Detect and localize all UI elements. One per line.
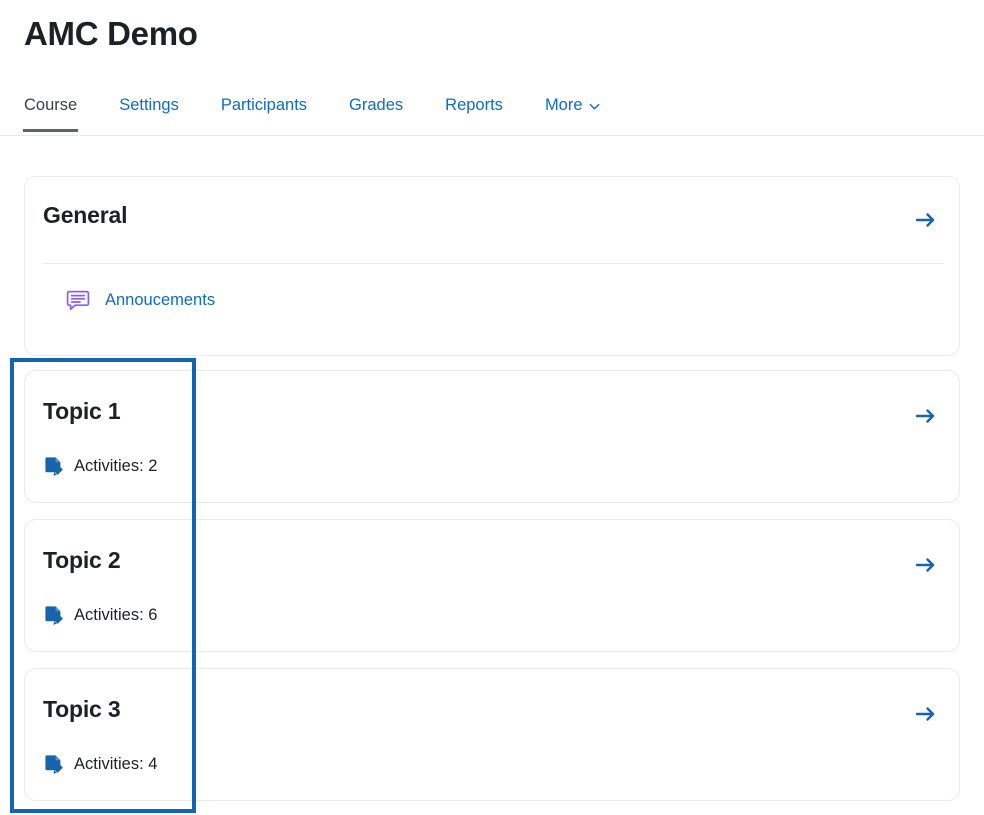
assignment-icon	[43, 753, 65, 775]
page-title: AMC Demo	[24, 15, 198, 52]
section-activity-count-topic-2: Activities: 6	[74, 606, 158, 624]
arrow-right-icon-topic-1[interactable]	[913, 403, 939, 429]
tab-participants[interactable]: Participants	[221, 86, 307, 132]
section-activity-count-topic-1: Activities: 2	[74, 457, 158, 475]
section-title-topic-3: Topic 3	[43, 696, 121, 722]
section-title-topic-1: Topic 1	[43, 398, 121, 424]
forum-icon	[65, 287, 91, 313]
assignment-icon	[43, 455, 65, 477]
section-activity-count-topic-3: Activities: 4	[74, 755, 158, 773]
tab-more-label: More	[544, 96, 583, 114]
section-title-topic-2: Topic 2	[43, 547, 121, 573]
section-card-general[interactable]: General Annoucements	[24, 176, 960, 356]
section-summary-topic-3: Activities: 4	[43, 753, 157, 775]
section-summary-topic-2: Activities: 6	[43, 604, 157, 626]
arrow-right-icon-topic-2[interactable]	[913, 552, 939, 578]
section-divider	[43, 263, 944, 264]
tab-reports[interactable]: Reports	[445, 86, 503, 132]
tab-settings[interactable]: Settings	[119, 86, 179, 132]
section-card-topic-2[interactable]: Topic 2 Activities: 6	[24, 519, 960, 652]
arrow-right-icon-topic-3[interactable]	[913, 701, 939, 727]
course-nav-tabbar: Course Settings Participants Grades Repo…	[0, 86, 984, 136]
tab-course[interactable]: Course	[22, 86, 79, 132]
activity-link-annoucements[interactable]: Annoucements	[105, 290, 215, 310]
arrow-right-icon-general[interactable]	[913, 207, 939, 233]
tab-grades[interactable]: Grades	[349, 86, 403, 132]
chevron-down-icon	[589, 101, 600, 112]
section-summary-topic-1: Activities: 2	[43, 455, 157, 477]
section-title-general: General	[43, 202, 128, 228]
course-page: AMC Demo Course Settings Participants Gr…	[0, 0, 984, 815]
section-card-topic-1[interactable]: Topic 1 Activities: 2	[24, 370, 960, 503]
section-card-topic-3[interactable]: Topic 3 Activities: 4	[24, 668, 960, 801]
course-nav-tablist: Course Settings Participants Grades Repo…	[22, 86, 600, 135]
assignment-icon	[43, 604, 65, 626]
activity-item-annoucements[interactable]: Annoucements	[65, 287, 215, 313]
tab-more[interactable]: More	[545, 86, 600, 132]
